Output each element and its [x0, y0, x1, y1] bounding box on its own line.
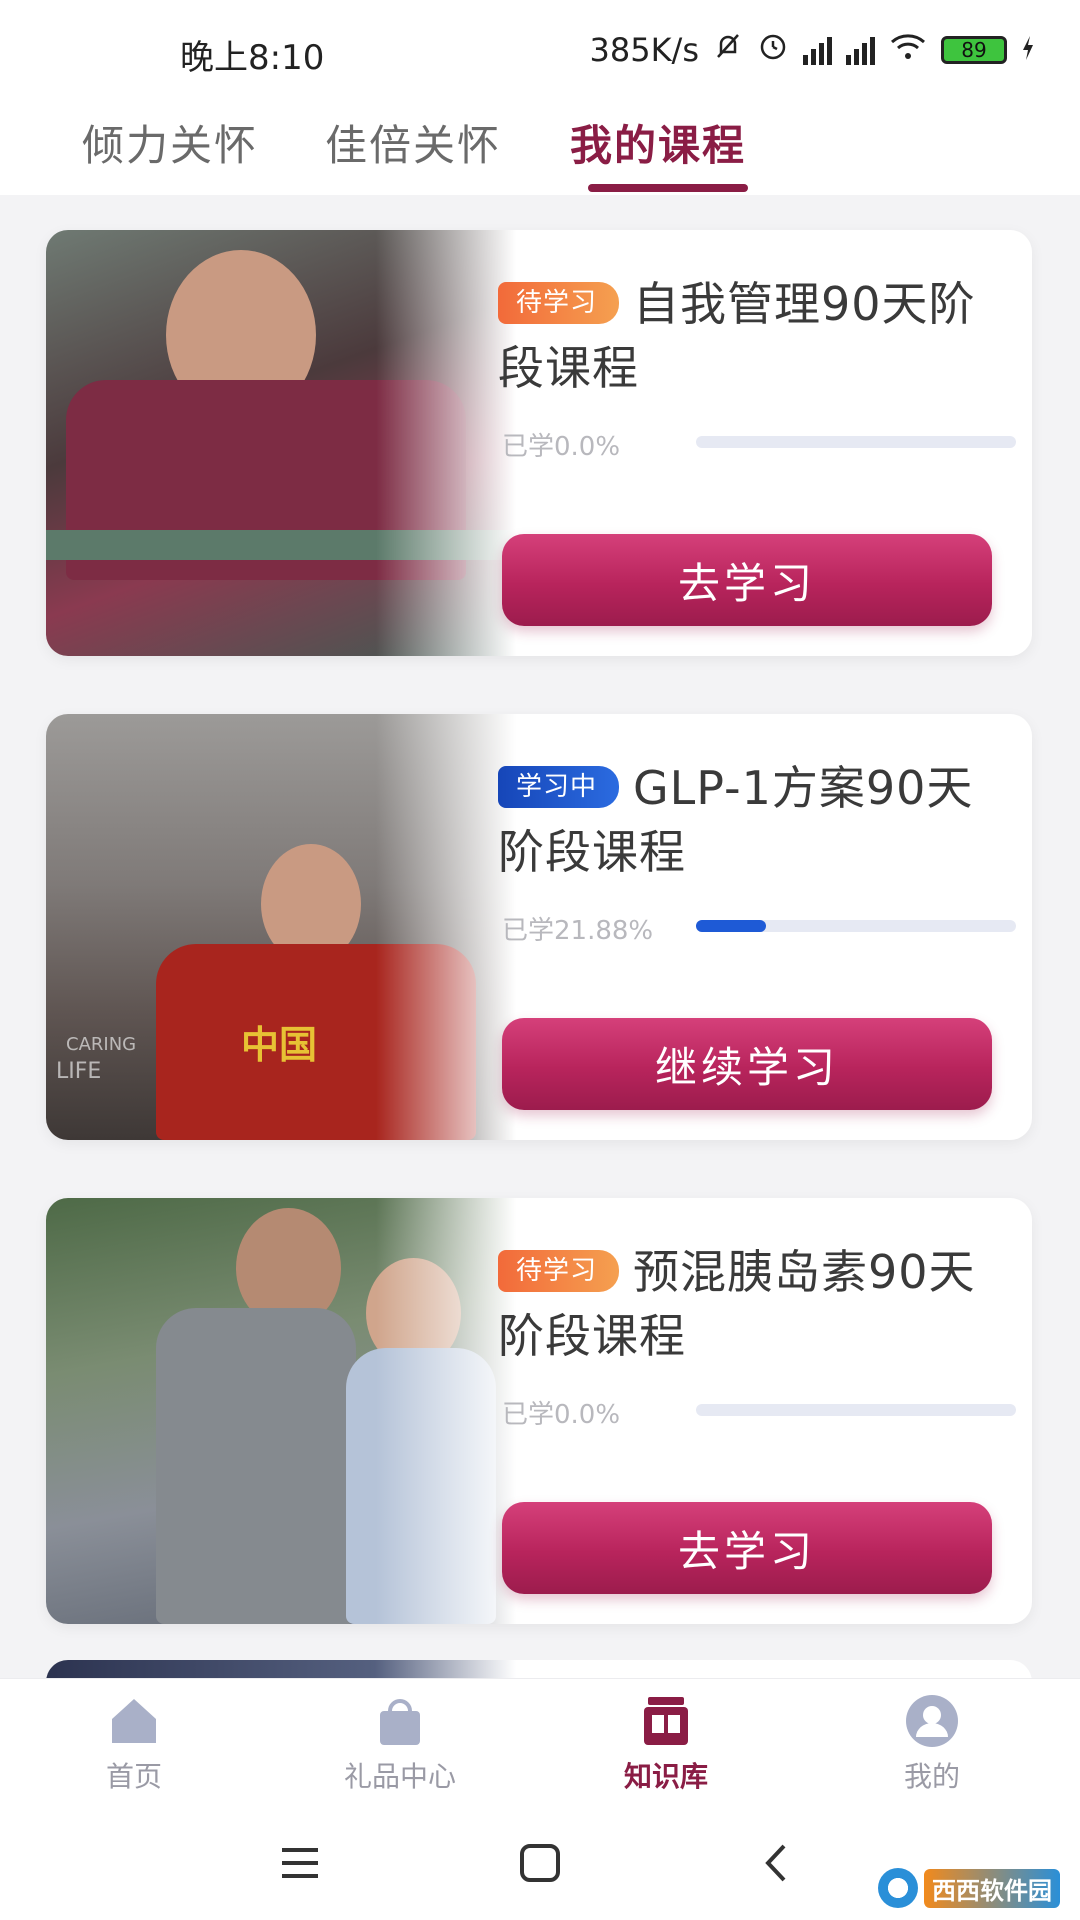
gift-bag-icon: [372, 1693, 428, 1749]
active-tab-indicator: [588, 184, 748, 192]
progress-label: 已学0.0%: [502, 1400, 621, 1430]
nav-item-knowledge-base[interactable]: 知识库: [586, 1693, 746, 1795]
wifi-icon: [889, 31, 927, 69]
progress-label: 已学21.88%: [502, 916, 654, 946]
nav-item-gift-center[interactable]: 礼品中心: [320, 1693, 480, 1795]
menu-icon[interactable]: [270, 1838, 330, 1888]
bottom-nav: 首页 礼品中心 知识库 我的: [0, 1678, 1080, 1807]
hd-signal-icon: [846, 35, 875, 65]
course-tabs: 倾力关怀 佳倍关怀 我的课程: [0, 100, 1080, 195]
continue-learning-button[interactable]: 继续学习: [502, 1018, 992, 1110]
status-badge: 待学习: [498, 1250, 620, 1292]
watermark-logo-icon: [878, 1868, 918, 1908]
charging-icon: [1021, 31, 1035, 69]
course-cover-photo: [46, 230, 516, 656]
tab-jiabei-care[interactable]: 佳倍关怀: [325, 112, 501, 173]
battery-icon: 89: [941, 36, 1007, 64]
progress-label: 已学0.0%: [502, 432, 621, 462]
progress-fill: [696, 920, 767, 932]
course-title: 学习中 GLP-1方案90天阶段课程: [498, 756, 998, 884]
course-card[interactable]: 待学习 预混胰岛素90天阶段课程 已学0.0% 去学习: [46, 1198, 1032, 1624]
start-learning-button[interactable]: 去学习: [502, 534, 992, 626]
nav-item-mine[interactable]: 我的: [852, 1693, 1012, 1795]
back-icon[interactable]: [748, 1838, 808, 1888]
course-title: 待学习 预混胰岛素90天阶段课程: [498, 1240, 998, 1368]
photo-text-life: LIFE: [56, 1059, 102, 1084]
home-square-icon[interactable]: [510, 1838, 570, 1888]
progress-bar: [696, 436, 1016, 448]
tab-qingli-care[interactable]: 倾力关怀: [82, 112, 258, 173]
photo-text-china: 中国: [241, 1023, 318, 1067]
tab-my-courses[interactable]: 我的课程: [570, 112, 746, 173]
nav-item-home[interactable]: 首页: [54, 1693, 214, 1795]
progress-bar: [696, 1404, 1016, 1416]
home-icon: [106, 1693, 162, 1749]
nav-label: 我的: [903, 1760, 960, 1793]
nav-label: 首页: [105, 1760, 162, 1793]
status-icons: 385K/s 89: [589, 28, 1035, 72]
course-card[interactable]: 待学习 自我管理90天阶段课程 已学0.0% 去学习: [46, 230, 1032, 656]
hd-signal-icon: [803, 35, 832, 65]
alarm-icon: [757, 30, 789, 70]
course-title: 待学习 自我管理90天阶段课程: [498, 272, 998, 400]
status-badge: 待学习: [498, 282, 620, 324]
status-bar: 晚上8:10 385K/s 89: [0, 0, 1080, 100]
course-cover-photo: 中国 CARING LIFE: [46, 714, 516, 1140]
course-cover-photo: [46, 1198, 516, 1624]
network-speed: 385K/s: [589, 31, 699, 69]
watermark-text: 西西软件园: [924, 1868, 1060, 1908]
course-card[interactable]: 中国 CARING LIFE 学习中 GLP-1方案90天阶段课程 已学21.88…: [46, 714, 1032, 1140]
book-icon: [638, 1693, 694, 1749]
photo-text-caring: CARING: [66, 1034, 137, 1055]
start-learning-button[interactable]: 去学习: [502, 1502, 992, 1594]
nav-label: 礼品中心: [343, 1760, 456, 1793]
watermark: 西西软件园: [878, 1866, 1060, 1910]
progress-bar: [696, 920, 1016, 932]
status-badge: 学习中: [498, 766, 620, 808]
profile-icon: [904, 1693, 960, 1749]
nav-label: 知识库: [623, 1760, 708, 1793]
mute-bell-icon: [713, 31, 743, 69]
status-time: 晚上8:10: [180, 38, 325, 78]
